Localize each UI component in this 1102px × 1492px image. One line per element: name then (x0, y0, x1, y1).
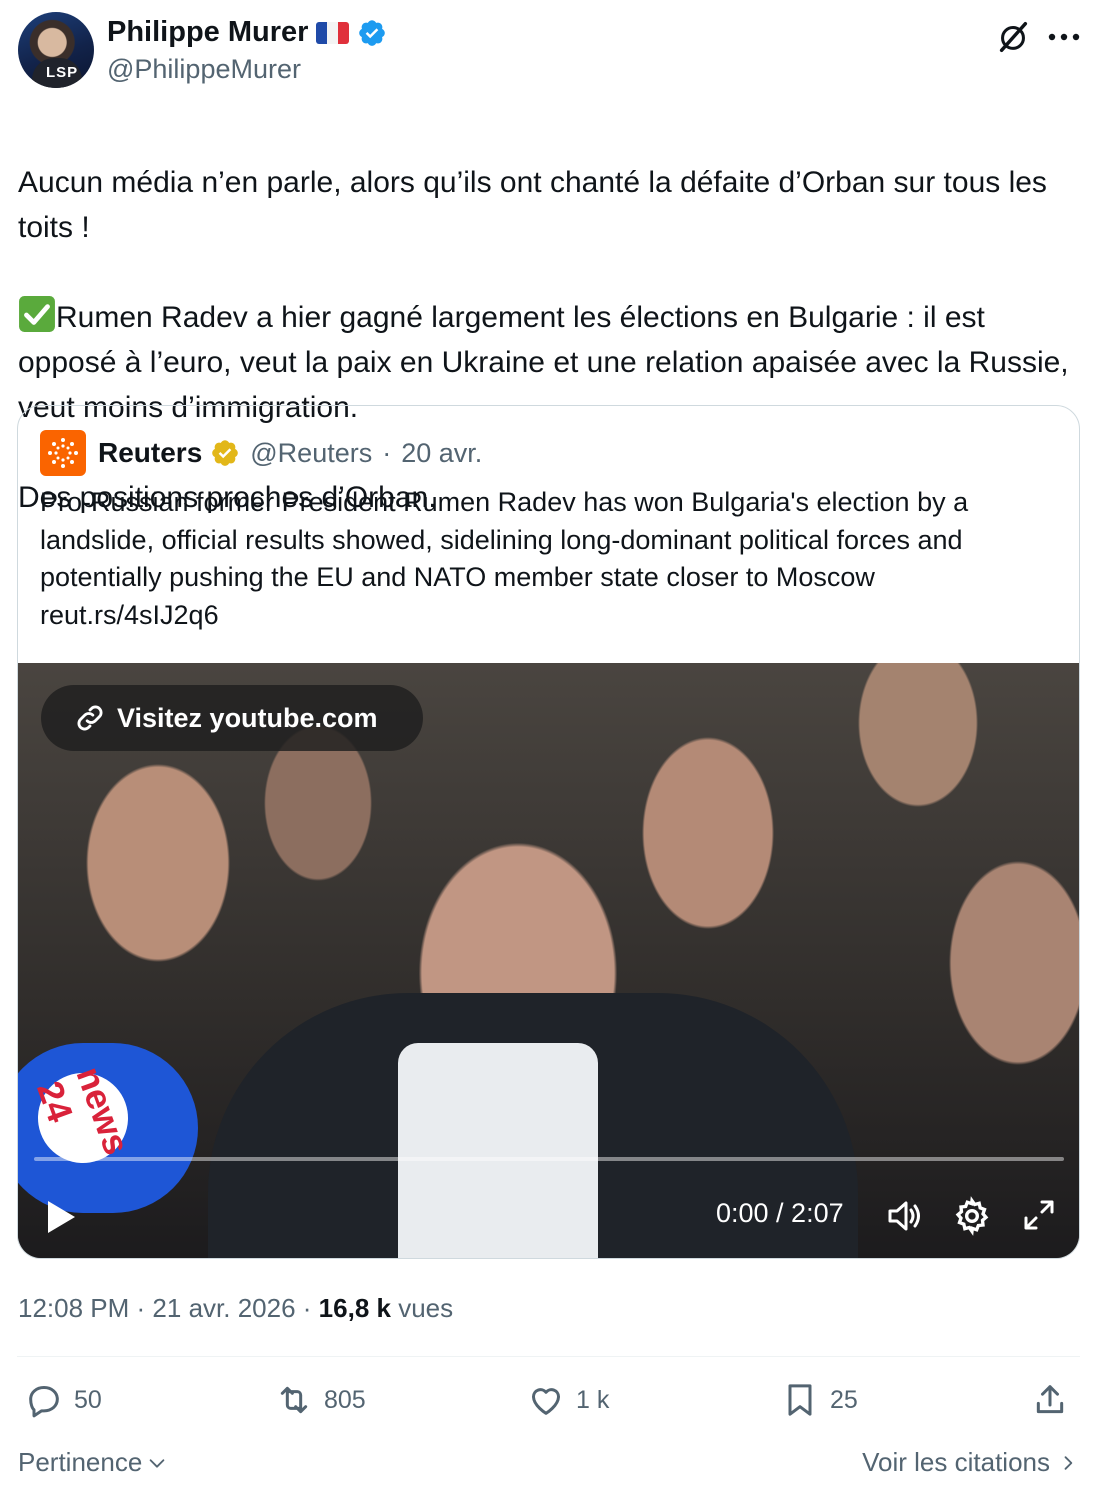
repost-count: 805 (324, 1385, 366, 1414)
reply-icon (29, 1386, 59, 1418)
sort-dropdown[interactable]: Pertinence (18, 1447, 168, 1478)
views-count: 16,8 k (318, 1293, 391, 1323)
tweet-line-1: Aucun média n’en parle, alors qu’ils ont… (18, 166, 1047, 244)
bookmark-count: 25 (830, 1385, 858, 1414)
volume-icon[interactable] (884, 1196, 924, 1236)
video-progress-bar[interactable] (34, 1157, 1064, 1161)
check-icon (19, 296, 55, 332)
action-bar: 50 805 1 k 25 (0, 1380, 1102, 1430)
repost-icon (280, 1386, 308, 1414)
fullscreen-icon[interactable] (1020, 1196, 1058, 1234)
bookmark-button[interactable]: 25 (780, 1380, 858, 1420)
play-icon[interactable] (44, 1198, 78, 1236)
gear-icon[interactable] (952, 1196, 992, 1236)
visit-youtube-label: Visitez youtube.com (117, 702, 378, 733)
chevron-down-icon (149, 1458, 165, 1468)
quoted-tweet-link[interactable]: reut.rs/4sIJ2q6 (40, 597, 1060, 635)
grok-icon[interactable] (994, 18, 1032, 56)
author-name-row: Philippe Murer (107, 16, 387, 49)
video-player[interactable]: news 24 Visitez youtube.com 0:00 / 2:07 (18, 663, 1079, 1258)
tweet-time[interactable]: 12:08 PM (18, 1293, 129, 1323)
quoted-tweet-text: Pro-Russian former President Rumen Radev… (40, 484, 1060, 634)
avatar[interactable]: LSP (18, 12, 94, 88)
french-flag-icon (316, 21, 350, 44)
link-icon (77, 705, 103, 731)
tweet-date[interactable]: 21 avr. 2026 (152, 1293, 295, 1323)
like-button[interactable]: 1 k (526, 1380, 609, 1420)
avatar-logo-text: LSP (46, 64, 79, 81)
author-name[interactable]: Philippe Murer (107, 16, 308, 49)
more-icon[interactable] (1044, 18, 1084, 56)
visit-youtube-link[interactable]: Visitez youtube.com (41, 685, 423, 751)
reply-button[interactable]: 50 (24, 1380, 102, 1420)
header-separator: · (382, 437, 392, 468)
quoted-tweet-date: 20 avr. (401, 437, 483, 468)
tweet-meta: 12:08 PM · 21 avr. 2026 · 16,8 k vues (18, 1293, 453, 1324)
reply-count: 50 (74, 1385, 102, 1414)
repost-button[interactable]: 805 (274, 1380, 366, 1420)
bookmark-icon (788, 1384, 812, 1416)
author-handle[interactable]: @PhilippeMurer (107, 54, 301, 85)
sort-label: Pertinence (18, 1447, 143, 1477)
quoted-author-handle: @Reuters (250, 437, 373, 468)
tweet-header: LSP Philippe Murer @PhilippeMurer (18, 12, 1084, 92)
meta-separator: · (136, 1293, 153, 1323)
chevron-right-icon (1064, 1455, 1073, 1470)
verified-org-badge-icon (212, 440, 239, 466)
view-quotes-label: Voir les citations (862, 1447, 1050, 1477)
quoted-author-name[interactable]: Reuters (98, 437, 202, 469)
views-label: vues (398, 1293, 454, 1323)
share-icon (1036, 1385, 1064, 1414)
reuters-logo-icon[interactable] (40, 430, 86, 476)
quoted-tweet-header: Reuters @Reuters · 20 avr. (40, 430, 482, 476)
video-time: 0:00 / 2:07 (716, 1198, 844, 1228)
view-quotes-link[interactable]: Voir les citations (862, 1447, 1078, 1478)
verified-badge-icon[interactable] (357, 18, 387, 48)
divider (17, 1356, 1080, 1357)
meta-separator: · (302, 1293, 319, 1323)
quoted-tweet-body: Pro-Russian former President Rumen Radev… (40, 487, 969, 592)
quoted-tweet[interactable]: Reuters @Reuters · 20 avr. Pro-Russian f… (17, 405, 1080, 1259)
reuters-dots-icon (48, 438, 78, 468)
like-count: 1 k (576, 1385, 610, 1414)
video-figure-shirt (398, 1043, 598, 1258)
like-icon (532, 1388, 560, 1415)
share-button[interactable] (1030, 1380, 1070, 1420)
